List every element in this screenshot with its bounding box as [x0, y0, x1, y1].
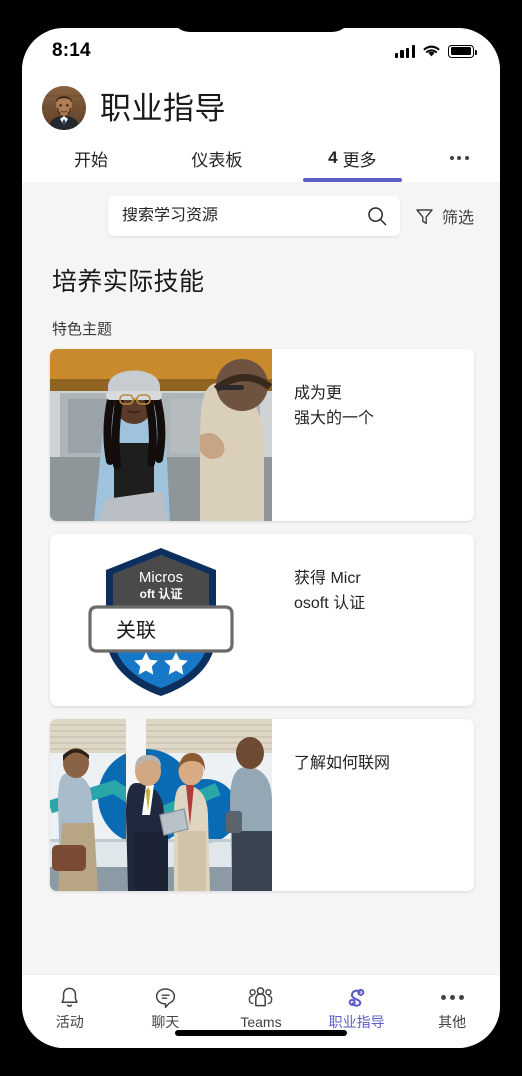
- tab-overflow-button[interactable]: [425, 134, 494, 182]
- card-photo: [50, 349, 272, 521]
- main-content: 筛选 培养实际技能 特色主题: [22, 182, 500, 974]
- nav-item-career-coach[interactable]: 职业指导: [315, 984, 399, 1029]
- tab-more[interactable]: 4 更多: [280, 134, 425, 182]
- list-item[interactable]: 了解如何联网: [50, 719, 474, 891]
- tab-dashboard[interactable]: 仪表板: [154, 134, 280, 182]
- search-row: 筛选: [22, 182, 500, 248]
- phone-screen: 8:14 职业指导 开始 仪表板 4 更多 搜索学习资源 筛选 培养实际技能 特…: [22, 28, 500, 1048]
- card-image-business-networking: [50, 719, 272, 891]
- nav-item-more[interactable]: 其他: [410, 984, 494, 1029]
- card-body: 获得 Micr osoft 认证: [272, 534, 474, 706]
- status-bar: 8:14: [22, 28, 500, 74]
- certification-badge-icon: Micros oft 认证 关联: [88, 548, 234, 696]
- nav-item-more-label: 其他: [438, 1014, 467, 1030]
- card-body: 了解如何联网: [272, 719, 474, 891]
- search-icon[interactable]: [366, 205, 388, 227]
- avatar-photo: [42, 86, 86, 130]
- search-input[interactable]: [122, 207, 366, 225]
- list-item[interactable]: 成为更 强大的一个: [50, 349, 474, 521]
- filter-funnel-icon: [416, 208, 433, 224]
- card-title-line1: 成为更: [294, 385, 343, 402]
- avatar[interactable]: [42, 86, 86, 130]
- page-title-text: 职业指导: [100, 90, 226, 126]
- tab-start[interactable]: 开始: [28, 134, 154, 182]
- card-title-line1: 了解如何联网: [294, 755, 391, 772]
- home-indicator: [175, 1030, 347, 1036]
- card-title-line2: 强大的一个: [294, 409, 375, 427]
- tab-dashboard-label: 仪表板: [191, 150, 243, 170]
- card-body: 成为更 强大的一个: [272, 349, 474, 521]
- card-title-line1: 获得 Micr: [294, 570, 361, 587]
- phone-frame: 8:14 职业指导 开始 仪表板 4 更多 搜索学习资源 筛选 培养实际技能 特…: [0, 0, 522, 1076]
- filter-label: 筛选: [441, 210, 474, 227]
- card-list: 成为更 强大的一个 Micros oft 认证 关联 获得 Micr osoft…: [22, 349, 500, 891]
- badge-top-line2: oft 认证: [140, 586, 183, 601]
- app-header: 职业指导: [22, 74, 500, 134]
- bell-icon: [57, 984, 82, 1010]
- tab-bar: 开始 仪表板 4 更多: [22, 134, 500, 182]
- section-subtitle: 特色主题: [52, 321, 113, 338]
- device-notch: [170, 0, 352, 32]
- badge-ribbon-text: 关联: [116, 619, 156, 642]
- ellipsis-icon: [449, 156, 469, 160]
- ellipsis-icon: [440, 984, 464, 1010]
- card-title: 了解如何联网: [294, 752, 456, 777]
- card-photo: [50, 719, 272, 891]
- nav-item-teams-label: Teams: [240, 1014, 282, 1030]
- card-title: 获得 Micr osoft 认证: [294, 567, 456, 617]
- career-coach-loop-icon: [343, 984, 370, 1010]
- nav-item-chat[interactable]: 聊天: [123, 984, 207, 1029]
- card-title-line2: osoft 认证: [294, 594, 366, 612]
- list-item[interactable]: Micros oft 认证 关联 获得 Micr osoft 认证: [50, 534, 474, 706]
- cellular-signal-icon: [394, 44, 415, 58]
- status-bar-clock: 8:14: [52, 40, 91, 61]
- section-title: 培养实际技能: [52, 268, 205, 296]
- tab-more-count: 4: [328, 148, 338, 167]
- page-title: 职业指导: [100, 93, 226, 124]
- people-team-icon: [247, 984, 274, 1010]
- bottom-navigation: 活动 聊天 Teams 职业指导 其他: [22, 974, 500, 1048]
- nav-item-career-coach-label: 职业指导: [328, 1014, 385, 1030]
- card-image-woman-conversation: [50, 349, 272, 521]
- filter-button[interactable]: 筛选: [414, 204, 474, 228]
- wifi-icon: [423, 45, 440, 57]
- search-box[interactable]: [108, 196, 400, 236]
- nav-item-activity-label: 活动: [55, 1014, 84, 1030]
- badge-top-line1: Micros: [139, 569, 183, 586]
- card-image-microsoft-certified-badge: Micros oft 认证 关联: [50, 534, 272, 706]
- card-title: 成为更 强大的一个: [294, 382, 456, 432]
- nav-item-chat-label: 聊天: [151, 1014, 180, 1030]
- nav-item-teams[interactable]: Teams: [219, 984, 303, 1029]
- tab-start-label: 开始: [73, 150, 108, 170]
- battery-icon: [448, 44, 477, 58]
- tab-more-label: 更多: [342, 150, 377, 170]
- chat-bubble-icon: [153, 984, 178, 1010]
- nav-item-activity[interactable]: 活动: [28, 984, 112, 1029]
- status-bar-icons: [394, 44, 477, 58]
